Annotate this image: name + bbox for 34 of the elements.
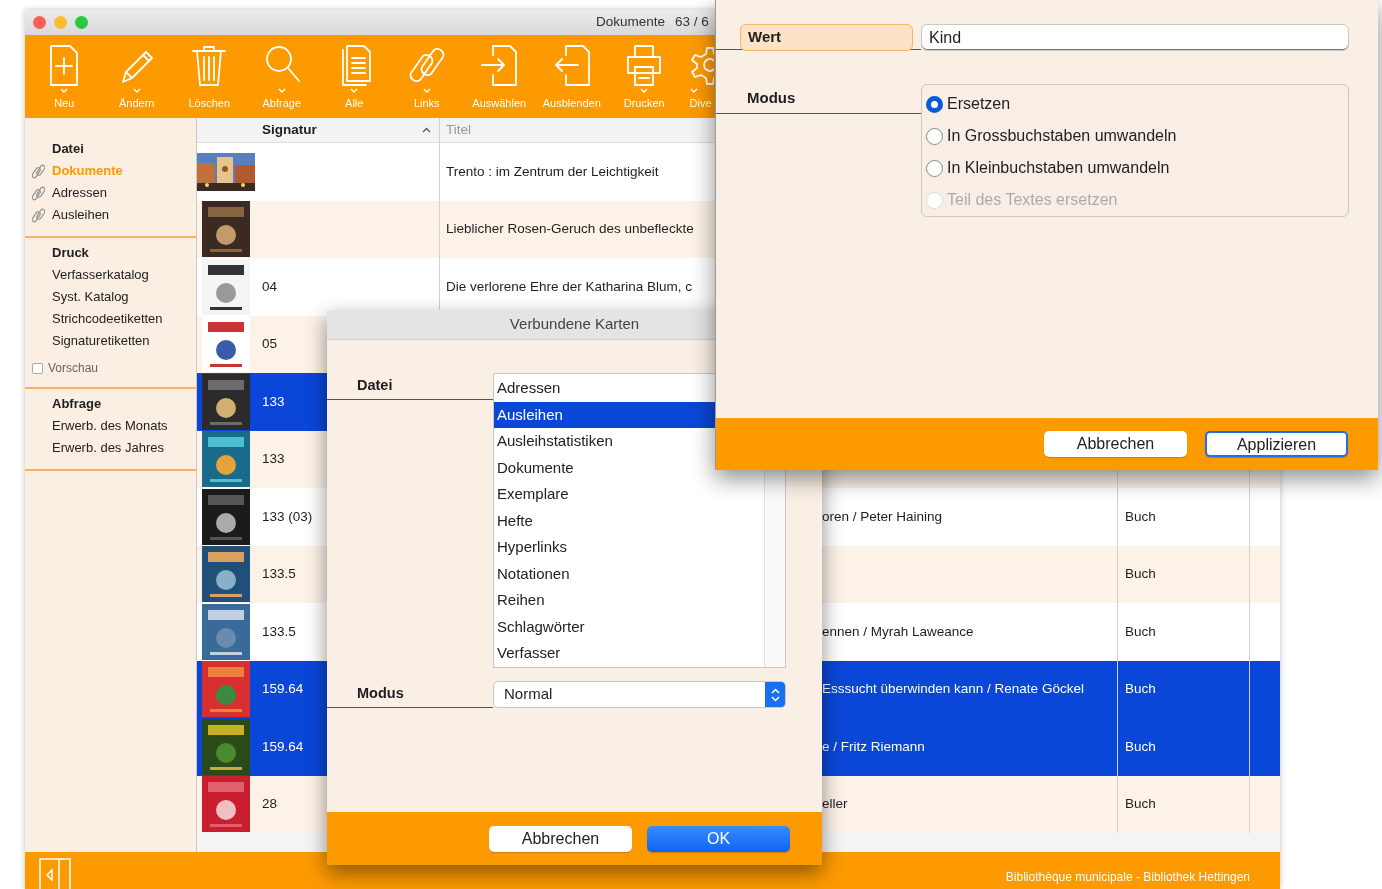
table-cell-text: Buch	[1125, 680, 1156, 699]
table-cell-text: Buch	[1125, 507, 1156, 526]
section-heading: Druck	[52, 244, 89, 263]
section-heading: Abfrage	[52, 395, 102, 414]
table-cell-text: 133	[262, 450, 285, 469]
table-cell-text: eller	[822, 795, 848, 814]
table-cell-text: e / Fritz Riemann	[822, 737, 925, 756]
table-cell-text: Esssucht überwinden kann / Renate Göckel	[822, 680, 1084, 699]
table-cell-text: 133.5	[262, 622, 296, 641]
table-cell-text: Buch	[1125, 565, 1156, 584]
field-label: Wert	[740, 24, 913, 51]
table-cell-text: 28	[262, 795, 278, 814]
library-name: Bibliothèque municipale - Bibliothek Hettingen	[1005, 869, 1250, 886]
table-cell-text: Buch	[1125, 737, 1156, 756]
table-cell-text: Buch	[1125, 795, 1156, 814]
section-heading: Datei	[52, 140, 84, 159]
record-count: 63 / 6	[675, 13, 709, 32]
table-cell-text: 04	[262, 277, 278, 296]
field-label: Modus	[327, 681, 493, 708]
checkbox-label: Vorschau	[48, 360, 99, 377]
table-cell-text: 133.5	[262, 565, 296, 584]
table-cell-text: 159.64	[262, 680, 304, 699]
table-cell-text: ennen / Myrah Laweance	[822, 622, 974, 641]
table-cell-text: Die verlorene Ehre der Katharina Blum, c	[446, 277, 693, 296]
table-cell-text: 159.64	[262, 737, 304, 756]
table-cell-text: 133 (03)	[262, 507, 313, 526]
radio-option: Teil des Textes ersetzen	[922, 184, 1348, 216]
table-cell-text: 133	[262, 392, 285, 411]
table-cell-text: Buch	[1125, 622, 1156, 641]
table-cell-text: 05	[262, 335, 278, 354]
window-title: Dokumente	[596, 13, 666, 32]
table-cell-text: oren / Peter Haining	[822, 507, 943, 526]
table-cell-text: Trento : im Zentrum der Leichtigkeit	[446, 162, 659, 181]
table-cell-text: Lieblicher Rosen-Geruch des unbefleckte	[446, 220, 694, 239]
